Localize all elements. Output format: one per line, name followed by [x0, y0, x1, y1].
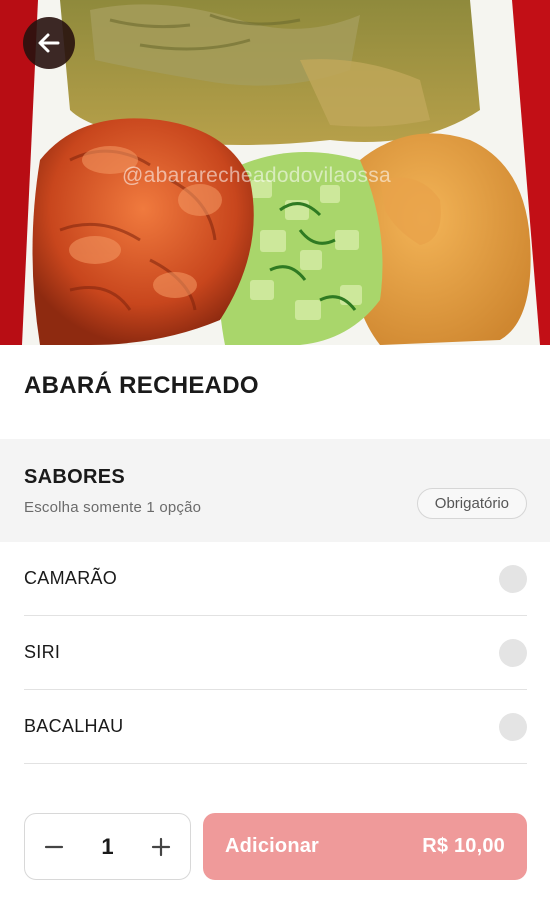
add-button-price: R$ 10,00 [422, 835, 505, 857]
add-to-cart-button[interactable]: Adicionar R$ 10,00 [203, 813, 527, 880]
radio-button[interactable] [499, 564, 527, 593]
option-label: BACALHAU [24, 716, 124, 736]
decrease-button[interactable] [39, 832, 69, 862]
option-camarao[interactable]: CAMARÃO [24, 542, 527, 616]
product-title: ABARÁ RECHEADO [24, 372, 259, 399]
option-label: SIRI [24, 642, 61, 662]
options-list: CAMARÃO SIRI BACALHAU [0, 542, 550, 764]
section-subtitle: Escolha somente 1 opção [24, 499, 202, 516]
plus-icon [151, 837, 171, 856]
radio-button[interactable] [499, 638, 527, 667]
back-button[interactable] [23, 17, 75, 69]
option-bacalhau[interactable]: BACALHAU [24, 690, 527, 764]
photo-watermark: @abararecheadodovilaossa [122, 164, 392, 187]
minus-icon [44, 845, 64, 848]
radio-button[interactable] [499, 712, 527, 741]
quantity-stepper: 1 [24, 813, 191, 880]
required-badge: Obrigatório [416, 488, 527, 519]
option-siri[interactable]: SIRI [24, 616, 527, 690]
section-title: SABORES [24, 466, 126, 488]
product-photo: @abararecheadodovilaossa [0, 0, 550, 345]
quantity-value: 1 [101, 833, 114, 859]
arrow-left-icon [36, 30, 62, 56]
add-button-label: Adicionar [225, 835, 320, 857]
option-label: CAMARÃO [24, 568, 118, 588]
increase-button[interactable] [146, 832, 176, 862]
